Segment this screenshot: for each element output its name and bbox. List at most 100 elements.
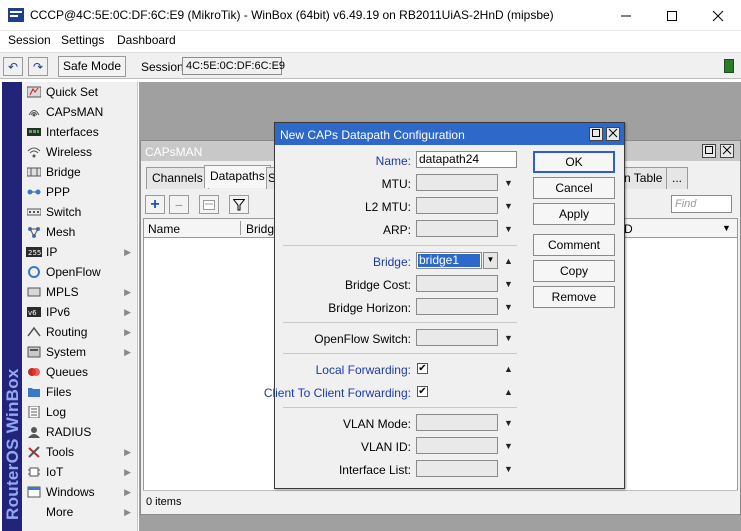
filter-icon [233, 198, 245, 210]
sidebar-item-system[interactable]: System ▶ [22, 342, 138, 362]
remove-button[interactable]: − [169, 195, 189, 214]
comment-button[interactable]: Comment [533, 234, 615, 256]
interface-list-dropdown-icon[interactable]: ▼ [504, 464, 513, 474]
interfaces-icon [25, 125, 43, 139]
sidebar-item-routing[interactable]: Routing ▶ [22, 322, 138, 342]
sidebar-item-mpls[interactable]: MPLS ▶ [22, 282, 138, 302]
sidebar-item-label: More [46, 505, 74, 519]
sidebar-item-ip[interactable]: 255 IP ▶ [22, 242, 138, 262]
sidebar-item-radius[interactable]: RADIUS [22, 422, 138, 442]
bridge-cost-dropdown-icon[interactable]: ▼ [504, 279, 513, 289]
dialog-close-button[interactable] [606, 127, 620, 141]
sidebar-item-quick-set[interactable]: Quick Set [22, 82, 138, 102]
submenu-arrow-icon: ▶ [124, 467, 131, 477]
sidebar-item-switch[interactable]: Switch [22, 202, 138, 222]
minimize-icon [621, 15, 631, 16]
safe-mode-button[interactable]: Safe Mode [58, 56, 126, 77]
sidebar-item-tools[interactable]: Tools ▶ [22, 442, 138, 462]
bridge-collapse-icon[interactable]: ▲ [504, 256, 513, 266]
sidebar-item-interfaces[interactable]: Interfaces [22, 122, 138, 142]
client-to-client-checkbox[interactable]: ✔ [417, 386, 428, 397]
sidebar-item-ppp[interactable]: PPP [22, 182, 138, 202]
capsman-close-button[interactable] [720, 144, 734, 158]
local-forwarding-collapse-icon[interactable]: ▲ [504, 364, 513, 374]
interface-list-select[interactable] [416, 460, 498, 477]
openflow-switch-select[interactable] [416, 329, 498, 346]
sidebar-item-label: OpenFlow [46, 265, 101, 279]
l2mtu-dropdown-icon[interactable]: ▼ [504, 201, 513, 211]
column-d[interactable]: D [624, 222, 633, 236]
sidebar-item-windows[interactable]: Windows ▶ [22, 482, 138, 502]
session-field[interactable]: 4C:5E:0C:DF:6C:E9 [182, 57, 285, 75]
remove-button[interactable]: Remove [533, 286, 615, 308]
close-button[interactable] [695, 0, 741, 31]
close-icon [722, 145, 732, 155]
sidebar-item-openflow[interactable]: OpenFlow [22, 262, 138, 282]
bridge-dropdown-button[interactable]: ▼ [483, 252, 498, 269]
bridge-horizon-dropdown-icon[interactable]: ▼ [504, 302, 513, 312]
sidebar-item-mesh[interactable]: Mesh [22, 222, 138, 242]
menu-session[interactable]: Session [8, 33, 51, 47]
vlan-id-dropdown-icon[interactable]: ▼ [504, 441, 513, 451]
comment-button[interactable] [199, 195, 219, 214]
sidebar-item-queues[interactable]: Queues [22, 362, 138, 382]
sidebar-item-more[interactable]: More ▶ [22, 502, 138, 522]
tab-registration-table[interactable]: n Table [619, 167, 669, 189]
undo-icon: ↶ [7, 59, 19, 74]
bridge-select[interactable]: bridge1 [416, 252, 482, 269]
find-input[interactable]: Find [671, 195, 732, 213]
mtu-input[interactable] [416, 174, 498, 191]
undo-button[interactable]: ↶ [3, 57, 23, 76]
openflow-switch-dropdown-icon[interactable]: ▼ [504, 333, 513, 343]
menu-dashboard[interactable]: Dashboard [117, 33, 176, 47]
local-forwarding-checkbox[interactable]: ✔ [417, 363, 428, 374]
vlan-mode-dropdown-icon[interactable]: ▼ [504, 418, 513, 428]
capsman-maximize-button[interactable] [702, 144, 716, 158]
client-to-client-label: Client To Client Forwarding: [263, 386, 411, 400]
minimize-button[interactable] [603, 0, 649, 31]
tab-channels[interactable]: Channels [146, 167, 209, 189]
bridge-horizon-input[interactable] [416, 298, 498, 315]
mtu-dropdown-icon[interactable]: ▼ [504, 178, 513, 188]
sidebar-item-wireless[interactable]: Wireless [22, 142, 138, 162]
vlan-mode-select[interactable] [416, 414, 498, 431]
cancel-button[interactable]: Cancel [533, 177, 615, 199]
window-title: CCCP@4C:5E:0C:DF:6C:E9 (MikroTik) - WinB… [30, 8, 554, 22]
ipv6-icon: v6 [25, 305, 43, 319]
menu-settings[interactable]: Settings [61, 33, 104, 47]
sidebar-item-iot[interactable]: IoT ▶ [22, 462, 138, 482]
log-icon [25, 405, 43, 419]
sidebar-item-ipv6[interactable]: v6 IPv6 ▶ [22, 302, 138, 322]
sidebar-item-bridge[interactable]: Bridge [22, 162, 138, 182]
submenu-arrow-icon: ▶ [124, 447, 131, 457]
arp-label: ARP: [382, 223, 411, 237]
sidebar-item-capsman[interactable]: CAPsMAN [22, 102, 138, 122]
vlan-id-input[interactable] [416, 437, 498, 454]
apply-button[interactable]: Apply [533, 203, 615, 225]
column-dropdown-icon[interactable]: ▼ [722, 223, 731, 233]
name-input[interactable]: datapath24 [416, 151, 517, 168]
tab-datapaths[interactable]: Datapaths [204, 165, 271, 188]
ok-button[interactable]: OK [533, 151, 615, 173]
column-name[interactable]: Name [148, 222, 180, 236]
dialog-title-bar[interactable]: New CAPs Datapath Configuration [275, 123, 624, 145]
bridge-cost-input[interactable] [416, 275, 498, 292]
sidebar-item-label: Tools [46, 445, 75, 459]
switch-icon [25, 205, 43, 219]
dialog-maximize-button[interactable] [589, 127, 603, 141]
l2mtu-input[interactable] [416, 197, 498, 214]
tab-more[interactable]: ... [666, 167, 689, 189]
sidebar-item-log[interactable]: Log [22, 402, 138, 422]
redo-button[interactable]: ↷ [28, 57, 48, 76]
close-icon [712, 10, 724, 21]
arp-dropdown-icon[interactable]: ▼ [504, 224, 513, 234]
sidebar-item-label: Interfaces [46, 125, 99, 139]
copy-button[interactable]: Copy [533, 260, 615, 282]
add-button[interactable]: + [145, 195, 165, 214]
arp-select[interactable] [416, 220, 498, 237]
submenu-arrow-icon: ▶ [124, 287, 131, 297]
maximize-button[interactable] [649, 0, 695, 31]
sidebar-item-files[interactable]: Files [22, 382, 138, 402]
client-to-client-collapse-icon[interactable]: ▲ [504, 387, 513, 397]
filter-button[interactable] [229, 195, 249, 214]
